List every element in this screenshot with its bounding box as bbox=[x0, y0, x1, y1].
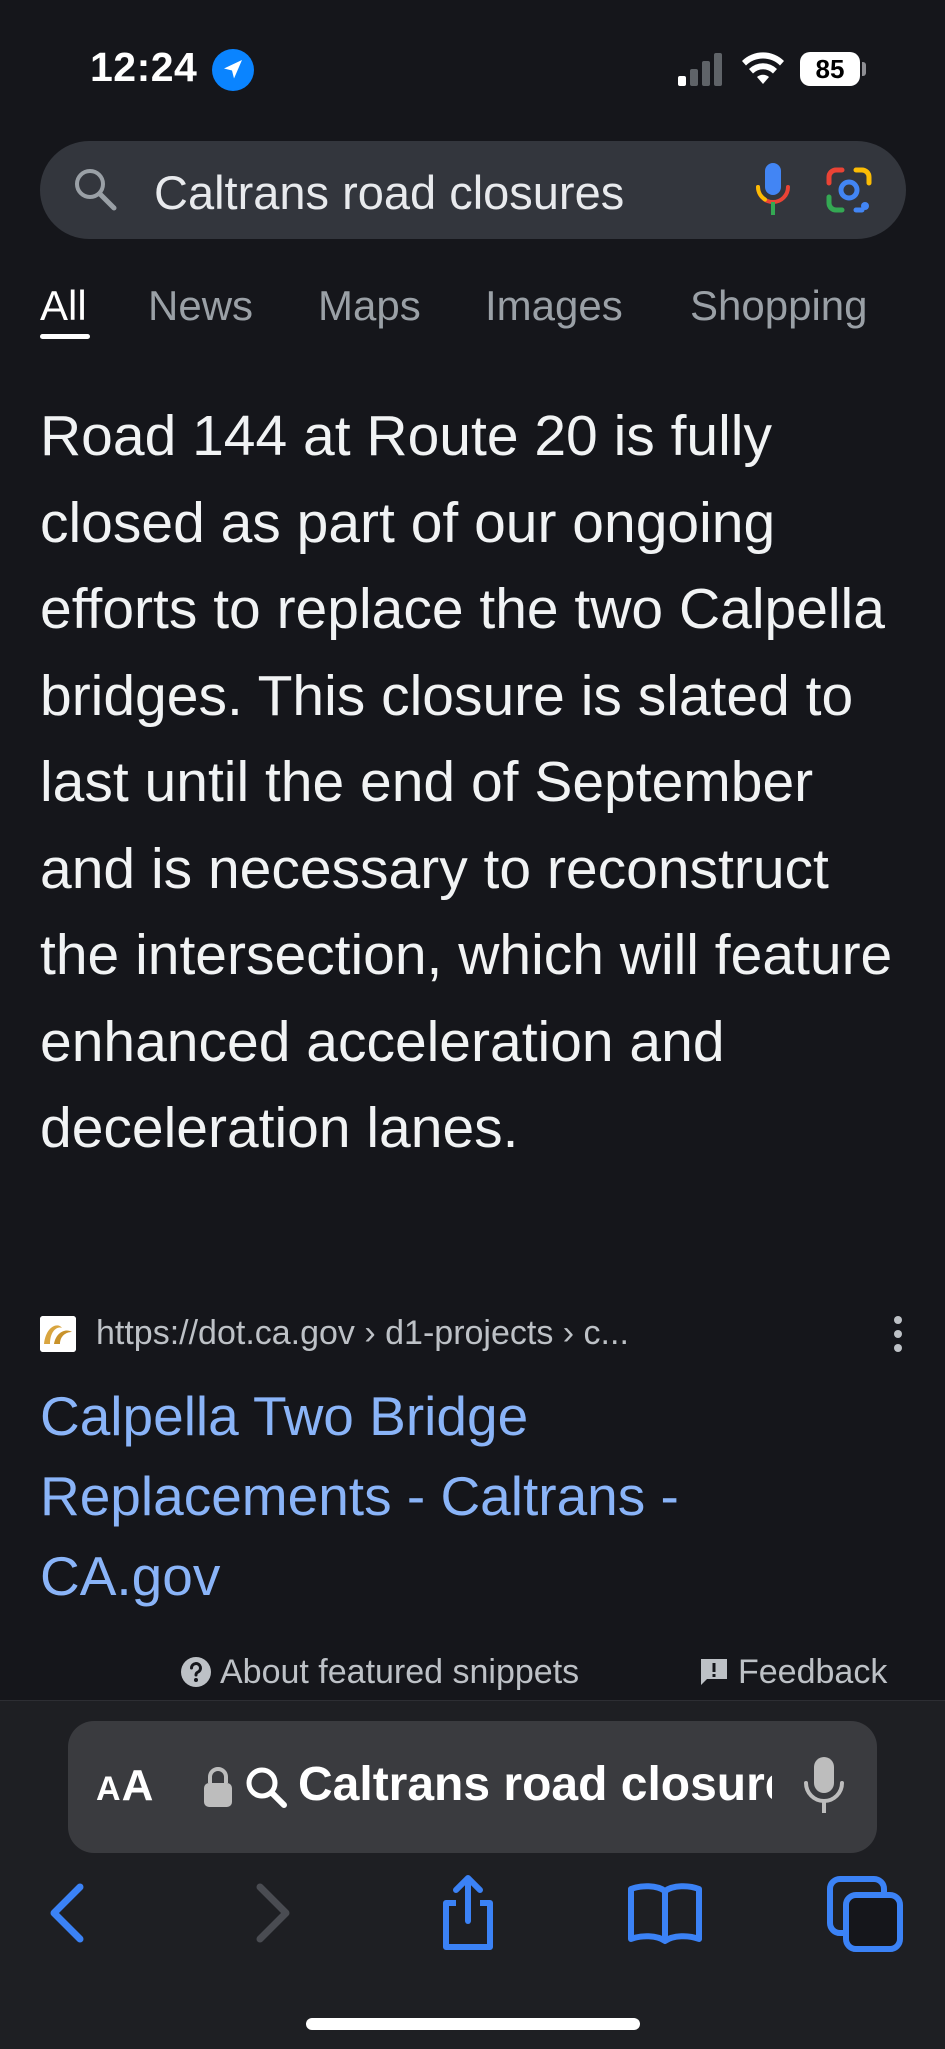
forward-chevron-icon[interactable] bbox=[232, 1873, 312, 1953]
search-input[interactable]: Caltrans road closures bbox=[154, 165, 694, 220]
bookmarks-book-icon[interactable] bbox=[625, 1873, 705, 1953]
location-arrow-icon bbox=[212, 49, 254, 91]
address-search-icon bbox=[246, 1767, 287, 1808]
feedback-link[interactable]: Feedback bbox=[698, 1648, 887, 1696]
cellular-signal-icon bbox=[678, 53, 722, 86]
address-text[interactable]: Caltrans road closures bbox=[298, 1757, 772, 1812]
feedback-icon bbox=[701, 1659, 727, 1685]
tab-images[interactable]: Images bbox=[485, 282, 623, 330]
google-lens-icon[interactable] bbox=[824, 165, 874, 215]
tab-news[interactable]: News bbox=[148, 282, 253, 330]
aa-small-letter: A bbox=[96, 1770, 122, 1808]
result-url[interactable]: https://dot.ca.gov › d1-projects › c... bbox=[96, 1314, 629, 1353]
status-bar: 12:24 85 bbox=[0, 0, 945, 140]
dictation-mic-icon[interactable] bbox=[802, 1755, 846, 1819]
search-tabs: All News Maps Images Shopping bbox=[0, 282, 945, 342]
more-options-icon[interactable] bbox=[888, 1312, 908, 1356]
tab-maps[interactable]: Maps bbox=[318, 282, 421, 330]
feedback-label: Feedback bbox=[738, 1652, 888, 1691]
caltrans-favicon bbox=[40, 1316, 76, 1352]
caltrans-logo-icon bbox=[40, 1316, 76, 1352]
tabs-overview-icon[interactable] bbox=[826, 1873, 906, 1953]
reader-aa-button[interactable]: AA bbox=[96, 1761, 154, 1811]
battery-tip bbox=[862, 62, 866, 76]
search-box[interactable]: Caltrans road closures bbox=[40, 141, 906, 239]
lock-icon bbox=[204, 1767, 232, 1807]
active-tab-underline bbox=[40, 334, 90, 339]
google-mic-icon[interactable] bbox=[750, 161, 796, 221]
result-title-link[interactable]: Calpella Two Bridge Replacements - Caltr… bbox=[40, 1376, 860, 1616]
aa-large-letter: A bbox=[121, 1761, 155, 1810]
home-indicator[interactable] bbox=[306, 2018, 640, 2030]
wifi-icon bbox=[742, 52, 784, 84]
tab-all[interactable]: All bbox=[40, 282, 87, 330]
back-chevron-icon[interactable] bbox=[28, 1873, 108, 1953]
about-featured-snippets-label: About featured snippets bbox=[220, 1652, 580, 1691]
snippet-footer: About featured snippets Feedback bbox=[0, 1648, 945, 1696]
about-featured-snippets-link[interactable]: About featured snippets bbox=[180, 1648, 579, 1696]
address-bar[interactable]: AA Caltrans road closures bbox=[68, 1721, 877, 1853]
result-source: https://dot.ca.gov › d1-projects › c... bbox=[40, 1312, 906, 1356]
tab-shopping[interactable]: Shopping bbox=[690, 282, 868, 330]
status-time: 12:24 bbox=[90, 44, 198, 90]
battery-indicator: 85 bbox=[800, 52, 860, 86]
share-icon[interactable] bbox=[428, 1873, 508, 1953]
featured-snippet-text: Road 144 at Route 20 is fully closed as … bbox=[40, 404, 893, 1160]
search-icon bbox=[75, 169, 117, 211]
help-circle-icon bbox=[181, 1657, 211, 1687]
